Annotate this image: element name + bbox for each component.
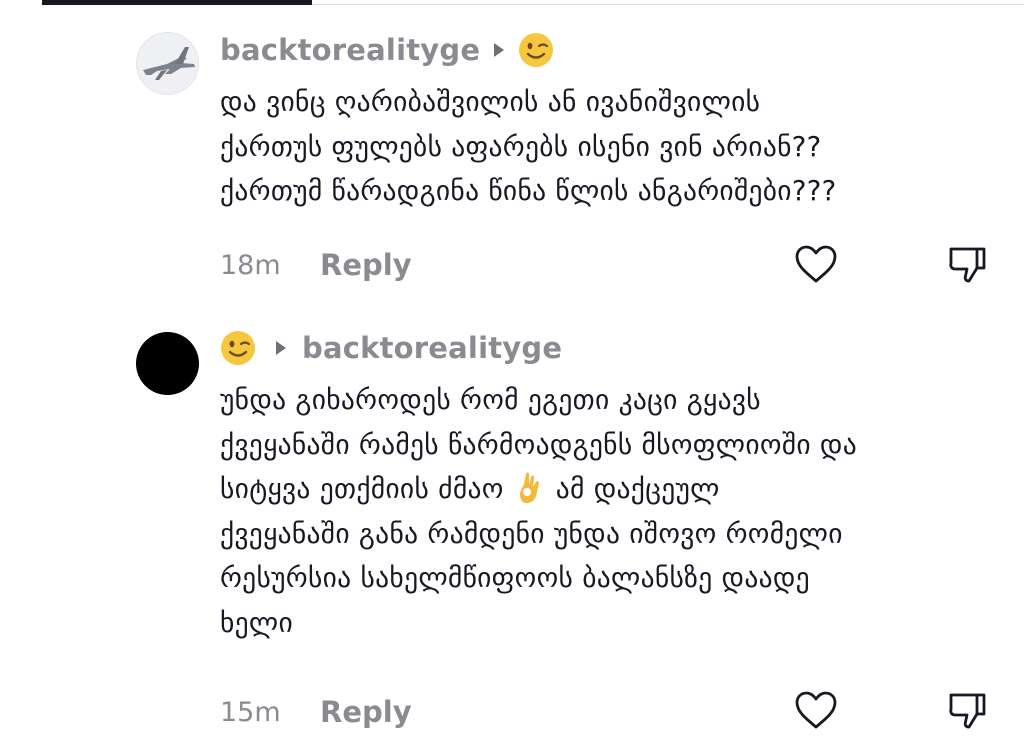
username[interactable]: backtorealityge [220,33,480,67]
active-tab-indicator [42,0,312,5]
comment-segment: სიტყვა ეთქმიის ძმაო [220,473,504,505]
jet-avatar-image [137,33,198,94]
thumbs-down-icon[interactable] [946,243,988,285]
comment-header: backtorealityge [220,30,554,70]
comment-line: და ვინც ღარიბაშვილის ან ივანიშვილის [220,86,761,118]
reply-to-username[interactable]: backtorealityge [302,331,562,365]
heart-icon[interactable] [794,690,838,730]
comment-line: უნდა გიხაროდეს რომ ეგეთი კაცი გყავს [220,384,761,416]
comment-segment: ამ დაქცეულ [555,473,720,505]
winking-face-icon [519,33,554,67]
comment-line: ხელი [220,606,294,639]
comment-meta: 18m Reply [220,245,412,285]
timestamp: 18m [220,249,281,281]
winking-face-icon [221,331,255,365]
avatar[interactable] [136,32,199,95]
comment-line: ქვეყანაში რამეს წარმოადგენს მსოფლიოში და [220,428,857,461]
thumbs-down-icon[interactable] [946,689,988,731]
heart-icon[interactable] [794,244,838,284]
comment-meta: 15m Reply [220,692,412,732]
comment-line: ქართუმ წარადგინა წინა წლის ანგარიშები??? [220,175,837,207]
right-arrow-icon [494,43,505,57]
comment-line: რესურსია სახელმწიფოოს ბალანსზე დაადე [220,562,810,594]
divider [312,4,1024,5]
comment-line: ქვეყანაში განა რამდენი უნდა იშოვო რომელი [220,517,843,550]
comment-line: ქართუს ფულებს აფარებს ისენი ვინ არიან?? [220,130,822,163]
ok-hand-icon [519,472,539,504]
comment-text: უნდა გიხაროდეს რომ ეგეთი კაცი გყავს ქვეყ… [220,378,1010,645]
avatar[interactable] [136,332,199,395]
comment-line: სიტყვა ეთქმიის ძმაო ამ დაქცეულ [220,467,1010,512]
right-arrow-icon [276,341,286,355]
reply-button[interactable]: Reply [320,248,412,282]
comment-text: და ვინც ღარიბაშვილის ან ივანიშვილის ქართ… [220,80,1010,214]
reply-button[interactable]: Reply [320,695,412,729]
comment-header: backtorealityge [220,328,562,368]
timestamp: 15m [220,696,281,728]
